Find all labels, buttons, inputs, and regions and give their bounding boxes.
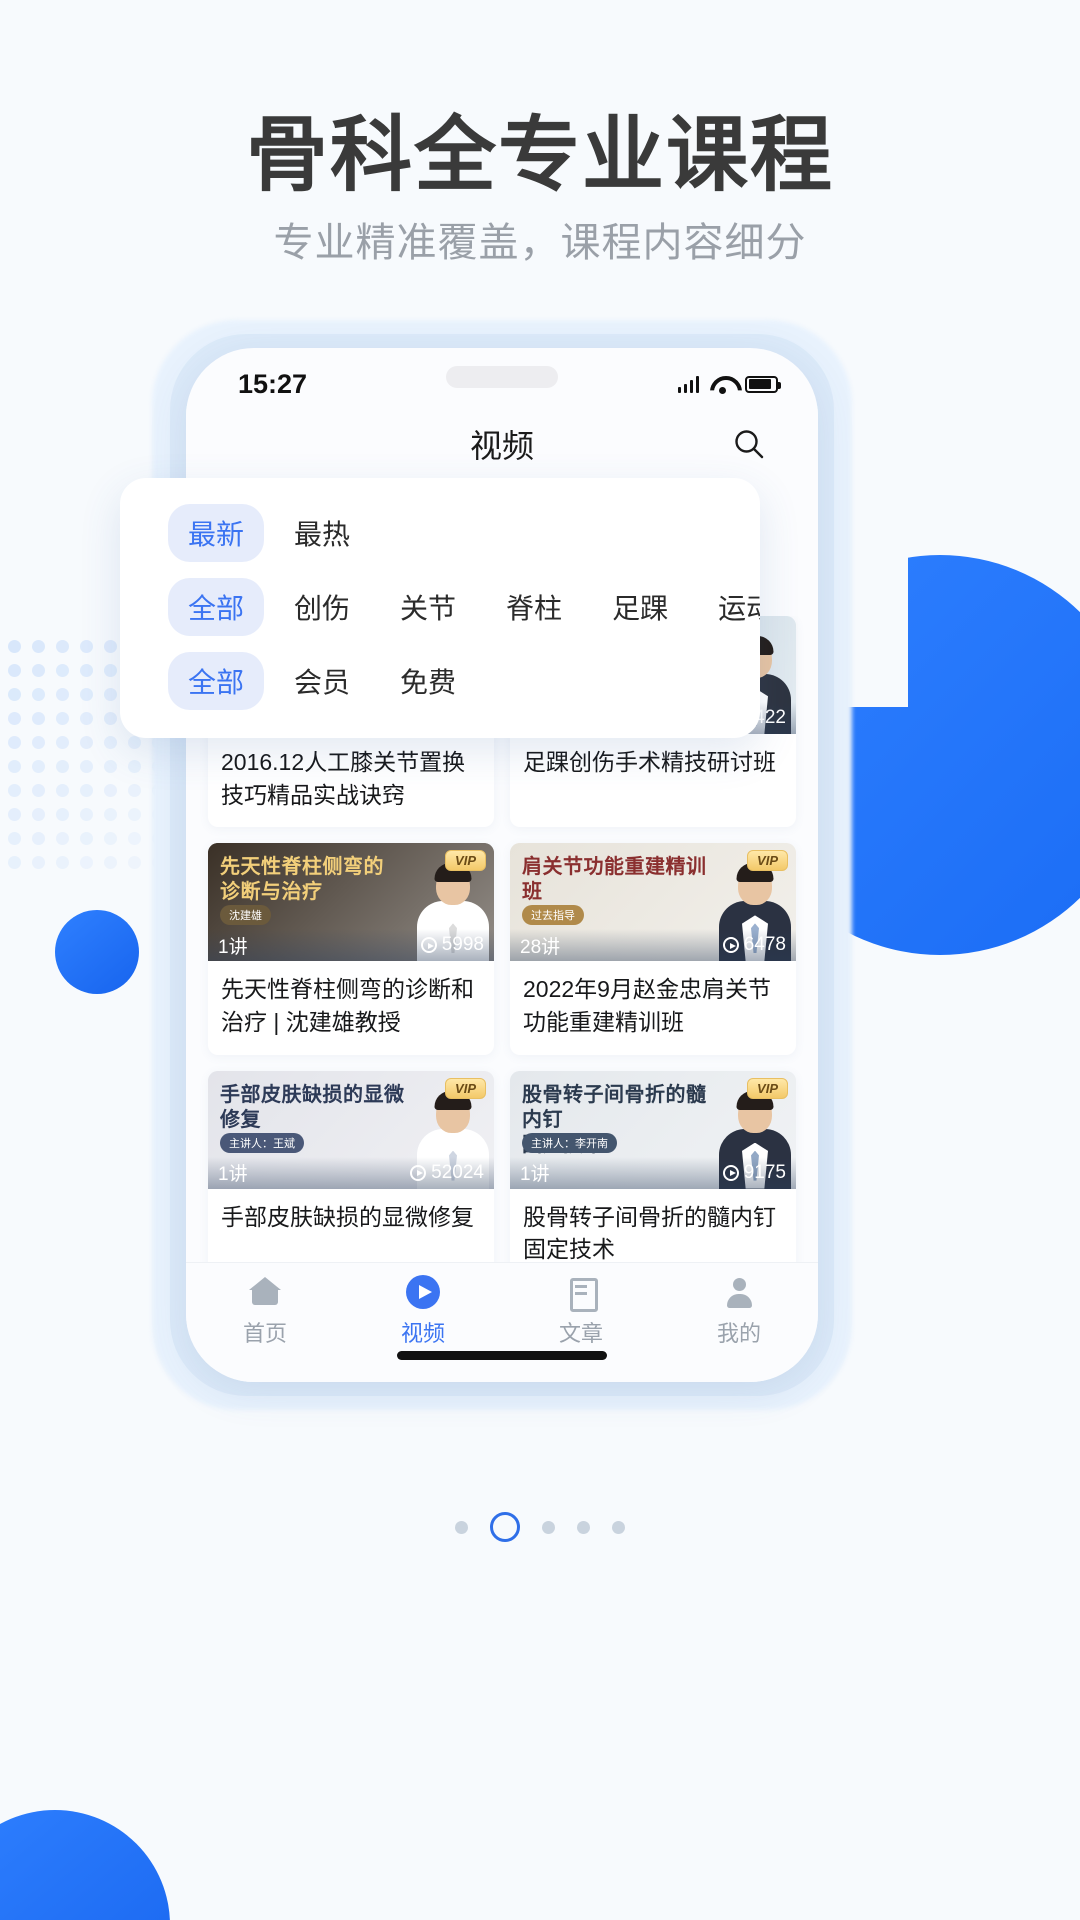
video-card-title: 股骨转子间骨折的髓内钉固定技术 [523,1203,776,1262]
tab-label: 我的 [716,1321,761,1346]
page-subtitle: 专业精准覆盖，课程内容细分 [273,221,807,265]
pagination-dot-3[interactable] [542,1520,555,1534]
video-card-title: 2016.12人工膝关节置换技巧精品实战诀窍 [221,749,466,808]
vip-badge: VIP [445,850,486,872]
bottom-tab-bar: 首页 视频 文章 我的 [186,1262,818,1382]
video-card[interactable]: 手部皮肤缺损的显微修复 主讲人：王斌 VIP 1讲 52024 手部皮肤缺损的显微修复 [208,1070,494,1262]
video-card[interactable]: 肩关节功能重建精训班 过去指导 VIP 28讲 6478 2022年9月赵金忠肩关节功能重… [510,843,796,1055]
thumbnail-stats: 28讲 6478 [510,929,796,962]
battery-icon [745,375,781,393]
video-thumbnail[interactable]: 手部皮肤缺损的显微修复 主讲人：王斌 VIP 1讲 52024 [208,1070,494,1189]
page-title: 骨科全专业课程 [245,110,834,201]
play-count: 6478 [722,934,786,956]
speaker-badge: 主讲人：李开南 [522,1132,617,1153]
phone-notch [446,366,558,388]
filter-row-specialty: 全部创伤关节脊柱足踝运动医学 [120,570,760,644]
signal-icon [677,375,699,393]
tab-label: 首页 [242,1321,287,1346]
video-card-title: 先天性脊柱侧弯的诊断和治疗 | 沈建雄教授 [221,976,474,1035]
tab-label: 视频 [400,1321,445,1346]
video-thumbnail[interactable]: 肩关节功能重建精训班 过去指导 VIP 28讲 6478 [510,843,796,962]
filter-chip-sort-0[interactable]: 最新 [168,504,265,562]
video-thumbnail[interactable]: 先天性脊柱侧弯的 诊断与治疗 沈建雄 VIP 1讲 5998 [208,843,494,962]
filter-chip-specialty-3[interactable]: 脊柱 [486,578,582,636]
play-icon [722,1164,739,1181]
play-count: 52024 [410,1162,484,1184]
video-card-title: 2022年9月赵金忠肩关节功能重建精训班 [523,976,771,1035]
app-header: 视频 [186,406,818,482]
speaker-badge: 过去指导 [522,905,584,926]
pagination-dot-5[interactable] [612,1520,625,1534]
lesson-count: 1讲 [520,1164,550,1186]
video-card-title: 足踝创伤手术精技研讨班 [523,749,776,775]
pagination-dot-4[interactable] [577,1520,590,1534]
search-icon[interactable] [732,427,766,461]
video-card[interactable]: 股骨转子间骨折的髓内钉固定技术主讲人：李开南VIP1讲9175股骨转子间骨折的髓… [510,1070,796,1262]
filter-chip-specialty-0[interactable]: 全部 [168,578,265,636]
thumbnail-headline: 肩关节功能重建精训班 [522,856,707,904]
play-count-value: 9175 [743,1161,786,1183]
tab-视频[interactable]: 视频 [344,1275,502,1348]
filter-chip-access-2[interactable]: 免费 [380,652,476,710]
thumbnail-headline: 先天性脊柱侧弯的 诊断与治疗 [220,856,384,904]
page-header-title: 视频 [469,428,534,464]
pagination-dot-2[interactable] [490,1512,520,1542]
video-card[interactable]: 先天性脊柱侧弯的 诊断与治疗 沈建雄 VIP 1讲 5998 先天性脊柱侧弯的诊断和治疗 |… [208,843,494,1055]
tab-文章[interactable]: 文章 [502,1275,660,1348]
filter-chip-specialty-4[interactable]: 足踝 [592,578,688,636]
filter-chip-specialty-1[interactable]: 创伤 [274,578,370,636]
tab-我的[interactable]: 我的 [660,1275,818,1348]
play-icon [420,937,437,954]
play-count: 5998 [420,934,484,956]
video-play-icon [406,1275,440,1309]
home-indicator [397,1351,607,1360]
lesson-count: 28讲 [520,936,561,958]
play-count: 9175 [722,1161,786,1184]
home-icon [248,1275,282,1309]
vip-badge: VIP [445,1077,486,1099]
filter-chip-access-0[interactable]: 全部 [168,652,265,710]
decor-blue-circle-small [55,910,139,994]
lesson-count: 1讲 [218,1164,248,1186]
lesson-count: 1讲 [218,936,248,958]
status-icons [677,375,781,394]
thumbnail-stats: 1讲 9175 [510,1156,796,1189]
wifi-icon [710,375,734,394]
play-count-value: 52024 [431,1161,484,1183]
carousel-pagination[interactable] [0,1512,1080,1542]
filter-chip-sort-1[interactable]: 最热 [274,504,370,562]
tab-首页[interactable]: 首页 [186,1275,344,1348]
play-icon [722,937,739,954]
play-count-value: 6478 [743,934,786,956]
status-bar: 15:27 [186,348,818,406]
play-icon [410,1164,427,1181]
vip-badge: VIP [747,1077,788,1099]
speaker-badge: 沈建雄 [220,905,271,926]
vip-badge: VIP [747,850,788,872]
filter-chip-specialty-2[interactable]: 关节 [380,578,476,636]
video-thumbnail[interactable]: 股骨转子间骨折的髓内钉固定技术主讲人：李开南VIP1讲9175 [510,1070,796,1189]
thumbnail-headline: 手部皮肤缺损的显微修复 [220,1083,405,1131]
decor-blue-circle-bottom [0,1810,170,1920]
filter-row-access: 全部 会员 免费 [120,644,760,718]
thumbnail-stats: 1讲 52024 [208,1156,494,1189]
pagination-dot-1[interactable] [455,1520,468,1534]
filter-row-sort: 最新 最热 [120,496,760,570]
speaker-badge: 主讲人：王斌 [220,1132,304,1153]
user-icon [722,1275,756,1309]
filter-chip-specialty-5[interactable]: 运动医学 [698,578,760,636]
video-card-title: 手部皮肤缺损的显微修复 [221,1203,474,1230]
filter-panel: 最新最热全部创伤关节脊柱足踝运动医学全部会员免费 [120,478,760,738]
tab-label: 文章 [558,1321,603,1346]
play-count-value: 5998 [441,934,484,956]
thumbnail-stats: 1讲 5998 [208,929,494,962]
filter-chip-access-1[interactable]: 会员 [274,652,370,710]
article-icon [564,1275,598,1312]
status-time: 15:27 [238,368,308,399]
